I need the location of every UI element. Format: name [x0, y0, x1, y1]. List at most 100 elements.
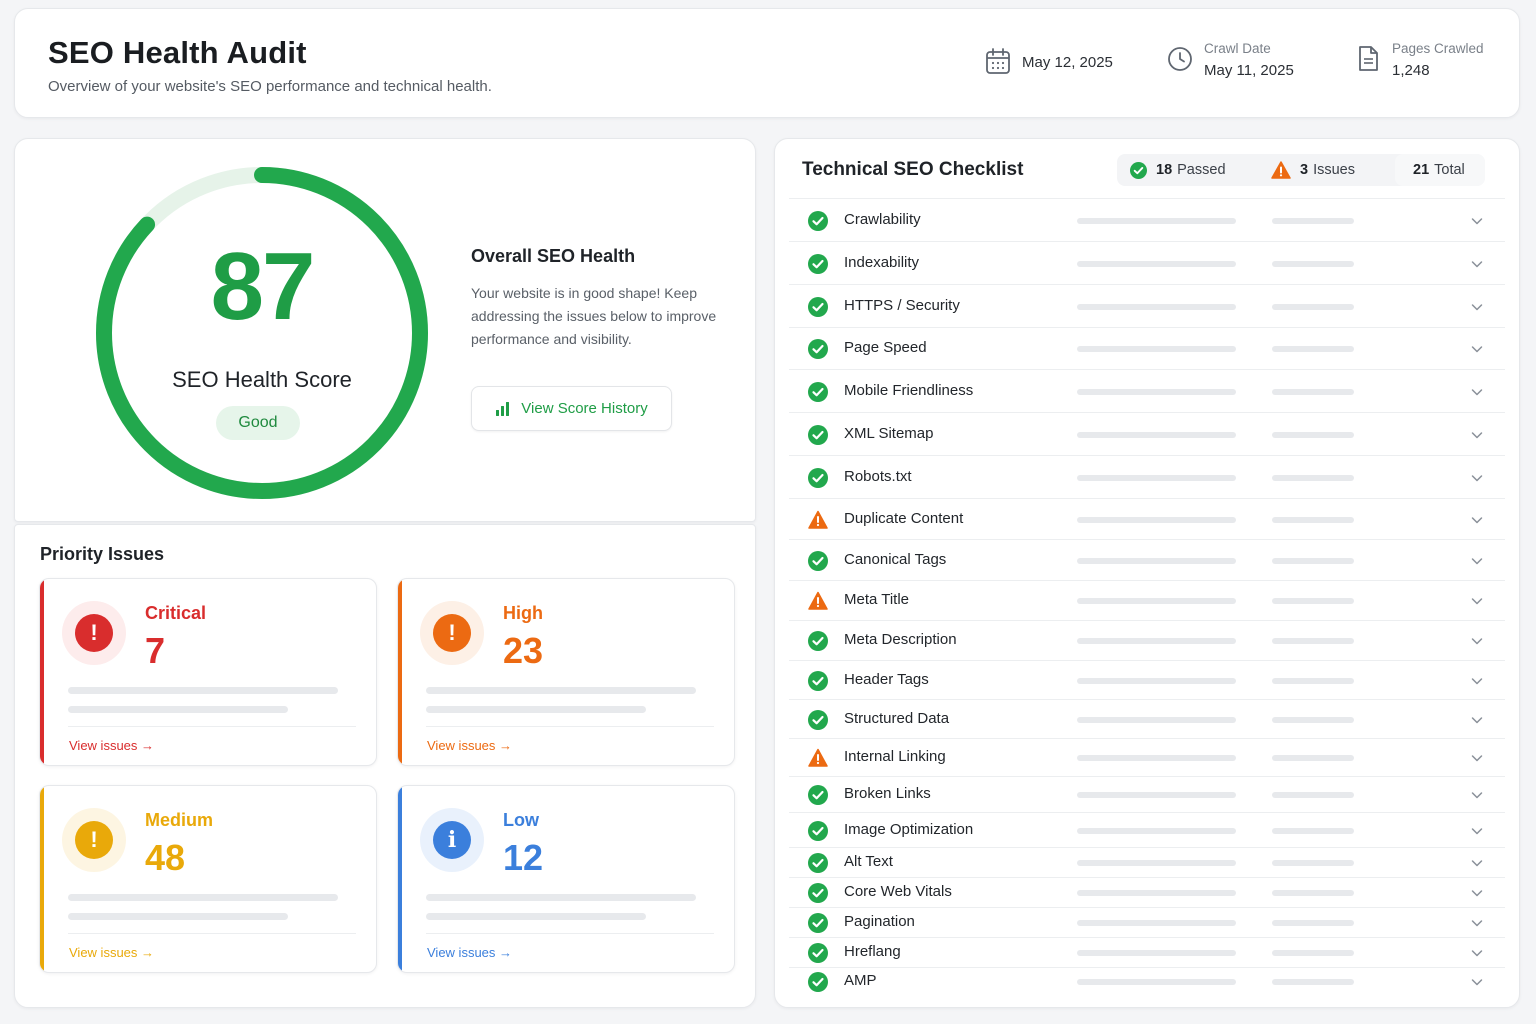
- checklist-item-name: Pagination: [844, 913, 915, 930]
- placeholder-bar: [1077, 920, 1236, 926]
- chevron-down-icon[interactable]: [1470, 634, 1484, 648]
- check-circle-icon: [808, 253, 828, 274]
- checklist-row[interactable]: Hreflang: [789, 938, 1505, 968]
- placeholder-bar: [1077, 890, 1236, 896]
- chevron-down-icon[interactable]: [1470, 385, 1484, 399]
- view-issues-link-low[interactable]: View issues →: [427, 945, 512, 960]
- exclamation-icon: !: [75, 821, 113, 859]
- placeholder-bar: [1077, 950, 1236, 956]
- chevron-down-icon[interactable]: [1470, 788, 1484, 802]
- view-issues-link-high[interactable]: View issues →: [427, 738, 512, 753]
- clock-icon: [1168, 47, 1192, 71]
- chevron-down-icon[interactable]: [1470, 946, 1484, 960]
- chevron-down-icon[interactable]: [1470, 886, 1484, 900]
- report-date: May 12, 2025: [985, 45, 1113, 77]
- priority-stripe: [398, 786, 402, 972]
- check-circle-icon: [808, 296, 828, 317]
- chevron-down-icon[interactable]: [1470, 713, 1484, 727]
- checklist-item-name: Mobile Friendliness: [844, 381, 974, 399]
- priority-card-high: ! High 23 View issues →: [397, 578, 735, 766]
- passed-count: 18: [1156, 162, 1173, 178]
- checklist-row[interactable]: Structured Data: [789, 700, 1505, 739]
- chevron-down-icon[interactable]: [1470, 554, 1484, 568]
- checklist-row[interactable]: Core Web Vitals: [789, 878, 1505, 908]
- checklist-row[interactable]: Header Tags: [789, 661, 1505, 700]
- view-score-history-button[interactable]: View Score History: [471, 386, 672, 431]
- checklist-item-name: Page Speed: [844, 339, 927, 356]
- checklist-row[interactable]: Meta Title: [789, 581, 1505, 621]
- view-issues-link-medium[interactable]: View issues →: [69, 945, 154, 960]
- placeholder-bar: [1272, 598, 1354, 604]
- checklist-row[interactable]: Image Optimization: [789, 813, 1505, 848]
- checklist-row[interactable]: Page Speed: [789, 328, 1505, 370]
- checklist-row[interactable]: Indexability: [789, 242, 1505, 285]
- checklist-item-name: Robots.txt: [844, 467, 912, 485]
- chevron-down-icon[interactable]: [1470, 674, 1484, 688]
- checklist-row[interactable]: Robots.txt: [789, 456, 1505, 499]
- priority-count: 48: [145, 837, 186, 878]
- placeholder-bar: [1272, 638, 1354, 644]
- chevron-down-icon[interactable]: [1470, 513, 1484, 527]
- check-circle-icon: [808, 467, 828, 488]
- placeholder-bar: [1077, 860, 1236, 866]
- check-circle-icon: [808, 883, 828, 903]
- chevron-down-icon[interactable]: [1470, 824, 1484, 838]
- priority-label: Critical: [145, 603, 207, 623]
- priority-issues-title: Priority Issues: [40, 544, 165, 564]
- checklist-row[interactable]: Broken Links: [789, 777, 1505, 813]
- report-date-value: May 12, 2025: [1022, 54, 1113, 71]
- chevron-down-icon[interactable]: [1470, 975, 1484, 989]
- technical-seo-checklist: Technical SEO Checklist 18 Passed 3 Issu…: [774, 138, 1520, 1008]
- checklist-row[interactable]: Mobile Friendliness: [789, 370, 1505, 413]
- chevron-down-icon[interactable]: [1470, 751, 1484, 765]
- divider: [68, 726, 356, 727]
- priority-issues-card: Priority Issues ! Critical 7 View issues…: [14, 524, 756, 1008]
- chevron-down-icon[interactable]: [1470, 214, 1484, 228]
- checklist-row[interactable]: Alt Text: [789, 848, 1505, 878]
- chevron-down-icon[interactable]: [1470, 342, 1484, 356]
- checklist-row[interactable]: Duplicate Content: [789, 499, 1505, 540]
- check-circle-icon: [808, 820, 828, 841]
- view-issues-link-critical[interactable]: View issues →: [69, 738, 154, 753]
- priority-stripe: [398, 579, 402, 765]
- checklist-row[interactable]: AMP: [789, 968, 1505, 996]
- exclamation-icon: !: [75, 614, 113, 652]
- checklist-row[interactable]: XML Sitemap: [789, 413, 1505, 456]
- checklist-row[interactable]: Canonical Tags: [789, 540, 1505, 581]
- checklist-item-name: Crawlability: [844, 210, 921, 228]
- placeholder-bar: [1077, 346, 1236, 352]
- placeholder-bar: [1272, 716, 1354, 723]
- pages-crawled-label: Pages Crawled: [1392, 41, 1484, 56]
- checklist-summary: 18 Passed 3 Issues 21 Total: [1117, 154, 1485, 186]
- checklist-row[interactable]: Internal Linking: [789, 739, 1505, 777]
- checklist-item-name: Indexability: [844, 253, 920, 271]
- chevron-down-icon[interactable]: [1470, 916, 1484, 930]
- chevron-down-icon[interactable]: [1470, 257, 1484, 271]
- placeholder-bar: [1272, 303, 1354, 310]
- checklist-row[interactable]: Pagination: [789, 908, 1505, 938]
- placeholder-bar: [1077, 716, 1236, 723]
- chevron-down-icon[interactable]: [1470, 856, 1484, 870]
- checklist-row[interactable]: Meta Description: [789, 621, 1505, 661]
- score-status-badge: Good: [216, 406, 300, 440]
- calendar-icon: [986, 48, 1010, 74]
- check-circle-icon: [808, 339, 828, 359]
- total-summary: 21 Total: [1413, 154, 1465, 186]
- checklist-row[interactable]: Crawlability: [789, 199, 1505, 242]
- chevron-down-icon[interactable]: [1470, 428, 1484, 442]
- chevron-down-icon[interactable]: [1470, 471, 1484, 485]
- checklist-item-name: Broken Links: [844, 785, 931, 802]
- placeholder-bar: [1272, 979, 1354, 985]
- checklist-item-name: Alt Text: [844, 853, 893, 870]
- placeholder-bar: [1077, 677, 1236, 684]
- priority-card-medium: ! Medium 48 View issues →: [39, 785, 377, 973]
- page-subtitle: Overview of your website's SEO performan…: [48, 78, 492, 95]
- chevron-down-icon[interactable]: [1470, 594, 1484, 608]
- chevron-down-icon[interactable]: [1470, 300, 1484, 314]
- crawl-date: Crawl Date May 11, 2025: [1167, 41, 1294, 79]
- info-icon: i: [433, 821, 471, 859]
- checklist-row[interactable]: HTTPS / Security: [789, 285, 1505, 328]
- placeholder-bar: [1077, 217, 1236, 224]
- placeholder-bar: [1272, 755, 1354, 761]
- warning-icon: [1271, 161, 1291, 179]
